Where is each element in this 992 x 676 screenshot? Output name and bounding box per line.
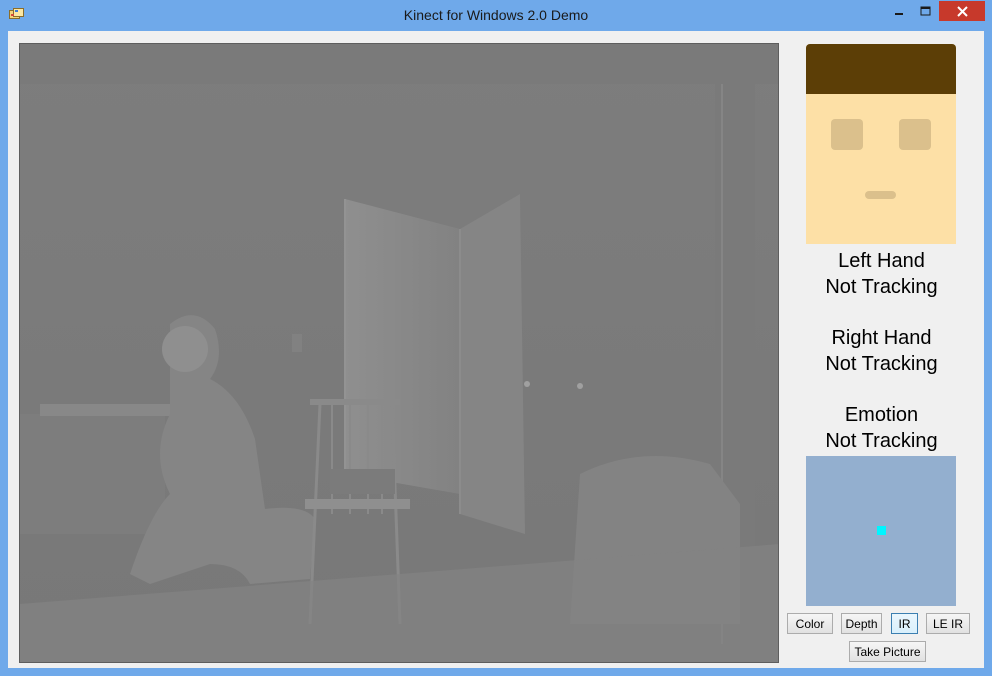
right-hand-title: Right Hand xyxy=(831,327,932,349)
position-minimap xyxy=(806,456,956,606)
minimize-button[interactable] xyxy=(885,1,912,21)
left-hand-status: Left Hand Not Tracking xyxy=(788,248,975,300)
title-bar[interactable]: Kinect for Windows 2.0 Demo xyxy=(0,0,992,31)
window-title: Kinect for Windows 2.0 Demo xyxy=(403,7,589,23)
avatar-hair xyxy=(806,44,956,94)
avatar-left-eye xyxy=(831,119,863,150)
emotion-status: Emotion Not Tracking xyxy=(788,402,975,454)
right-hand-status: Right Hand Not Tracking xyxy=(788,325,975,377)
left-hand-title: Left Hand xyxy=(838,250,925,272)
maximize-icon xyxy=(920,6,931,16)
camera-feed xyxy=(19,43,779,663)
le-ir-button[interactable]: LE IR xyxy=(926,613,970,634)
right-hand-state: Not Tracking xyxy=(825,353,938,375)
take-picture-button[interactable]: Take Picture xyxy=(849,641,926,662)
depth-button[interactable]: Depth xyxy=(841,613,882,634)
left-hand-state: Not Tracking xyxy=(825,276,938,298)
color-button[interactable]: Color xyxy=(787,613,833,634)
minimize-icon xyxy=(894,13,903,15)
avatar-right-eye xyxy=(899,119,931,150)
ir-camera-image xyxy=(20,44,778,662)
emotion-state: Not Tracking xyxy=(825,430,938,452)
position-marker xyxy=(877,526,886,535)
app-window: Kinect for Windows 2.0 Demo Left Hand No… xyxy=(0,0,992,676)
close-icon xyxy=(956,5,968,17)
ir-button[interactable]: IR xyxy=(891,613,918,634)
avatar-mouth xyxy=(865,191,896,199)
maximize-button[interactable] xyxy=(912,1,939,21)
face-avatar xyxy=(806,44,956,244)
emotion-title: Emotion xyxy=(844,404,919,426)
close-button[interactable] xyxy=(939,1,985,21)
client-area: Left Hand Not Tracking Right Hand Not Tr… xyxy=(8,31,984,668)
